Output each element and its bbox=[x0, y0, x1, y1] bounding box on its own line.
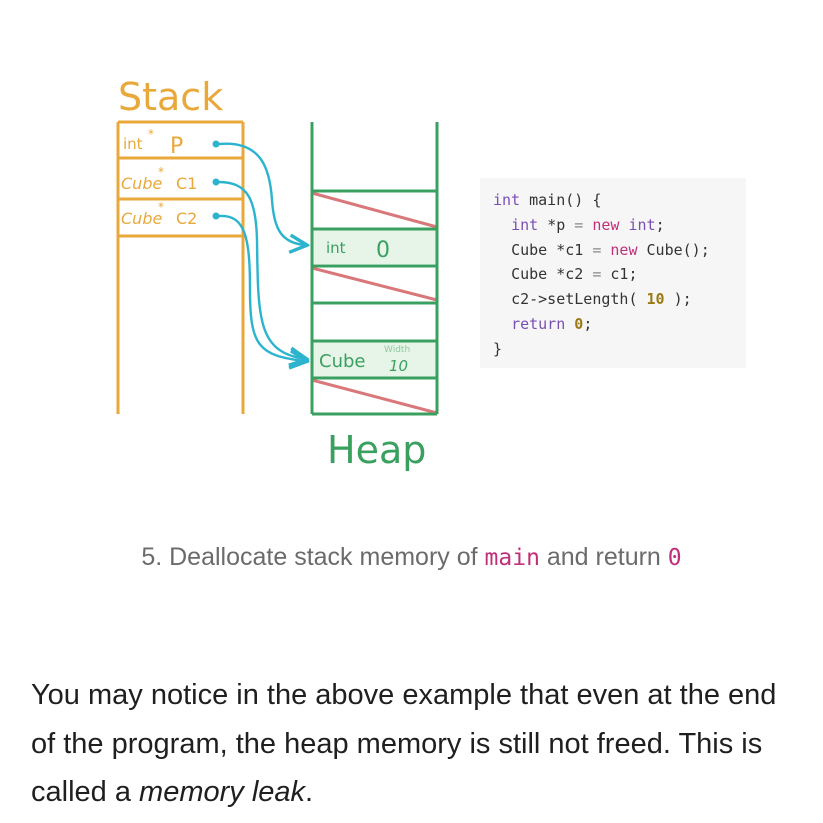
code-token: *p bbox=[547, 215, 566, 234]
code-token: ; bbox=[583, 314, 593, 333]
caption-text: and return bbox=[546, 543, 661, 571]
stack-row-name: C2 bbox=[176, 209, 197, 228]
code-token: 0 bbox=[574, 314, 584, 333]
caption-text: 5. Deallocate stack memory of bbox=[141, 543, 478, 571]
stack-row-name: C1 bbox=[176, 174, 197, 193]
stack-row-name: P bbox=[170, 134, 183, 159]
code-token: Cube *c2 bbox=[511, 265, 584, 284]
pointer-arrow-c1 bbox=[217, 180, 305, 359]
code-token: Cube *c1 bbox=[511, 240, 584, 259]
figure-caption: 5. Deallocate stack memory of main and r… bbox=[0, 543, 823, 572]
code-token: = bbox=[574, 215, 584, 234]
pointer-star: * bbox=[158, 165, 164, 179]
code-snippet: int main() { int *p = new int; Cube *c1 … bbox=[480, 178, 746, 368]
code-token: Cube(); bbox=[646, 240, 710, 259]
paragraph-emphasis: memory leak bbox=[139, 776, 306, 808]
heap-title: Heap bbox=[327, 428, 426, 472]
heap-cube-value: 10 bbox=[389, 357, 408, 375]
code-token: 10 bbox=[646, 290, 665, 309]
code-token: int bbox=[511, 215, 539, 234]
freed-slot-strike bbox=[311, 378, 438, 415]
code-token: main() { bbox=[529, 191, 602, 209]
stack-row-type: Cube bbox=[121, 174, 162, 193]
pointer-arrow-c2 bbox=[217, 214, 305, 361]
stack-row-c1: Cube * C1 bbox=[121, 165, 220, 193]
code-token: } bbox=[493, 339, 503, 358]
heap-int-value: 0 bbox=[376, 238, 390, 263]
body-paragraph: You may notice in the above example that… bbox=[31, 671, 801, 817]
code-token: c2->setLength( bbox=[511, 290, 638, 309]
stack-row-type: Cube bbox=[121, 209, 162, 228]
code-token: int bbox=[493, 191, 521, 209]
pointer-star: * bbox=[158, 200, 164, 214]
code-token: = bbox=[592, 265, 602, 284]
heap-cube-label: Cube bbox=[319, 351, 365, 372]
code-token: = bbox=[592, 240, 602, 259]
heap-cube-field: Width bbox=[384, 345, 410, 355]
freed-slot-strike bbox=[311, 191, 438, 229]
code-token: ); bbox=[673, 290, 692, 309]
caption-code: 0 bbox=[667, 545, 682, 571]
code-token: c1; bbox=[610, 265, 638, 284]
stack-row-p: int * P bbox=[123, 127, 220, 159]
code-token: int bbox=[628, 215, 656, 234]
code-token: new bbox=[592, 215, 620, 234]
paragraph-end: . bbox=[305, 776, 314, 808]
caption-code: main bbox=[484, 545, 540, 571]
code-token: ; bbox=[655, 215, 665, 234]
stack-row-type: int bbox=[123, 135, 143, 153]
code-block: int main() { int *p = new int; Cube *c1 … bbox=[480, 178, 746, 362]
stack-row-c2: Cube * C2 bbox=[121, 200, 220, 228]
stack-title: Stack bbox=[118, 75, 223, 119]
code-token: new bbox=[610, 240, 638, 259]
heap-int-label: int bbox=[326, 239, 346, 257]
code-token: return bbox=[511, 314, 566, 333]
pointer-star: * bbox=[148, 127, 154, 141]
stack-frame bbox=[116, 120, 245, 414]
freed-slot-strike bbox=[311, 266, 438, 302]
